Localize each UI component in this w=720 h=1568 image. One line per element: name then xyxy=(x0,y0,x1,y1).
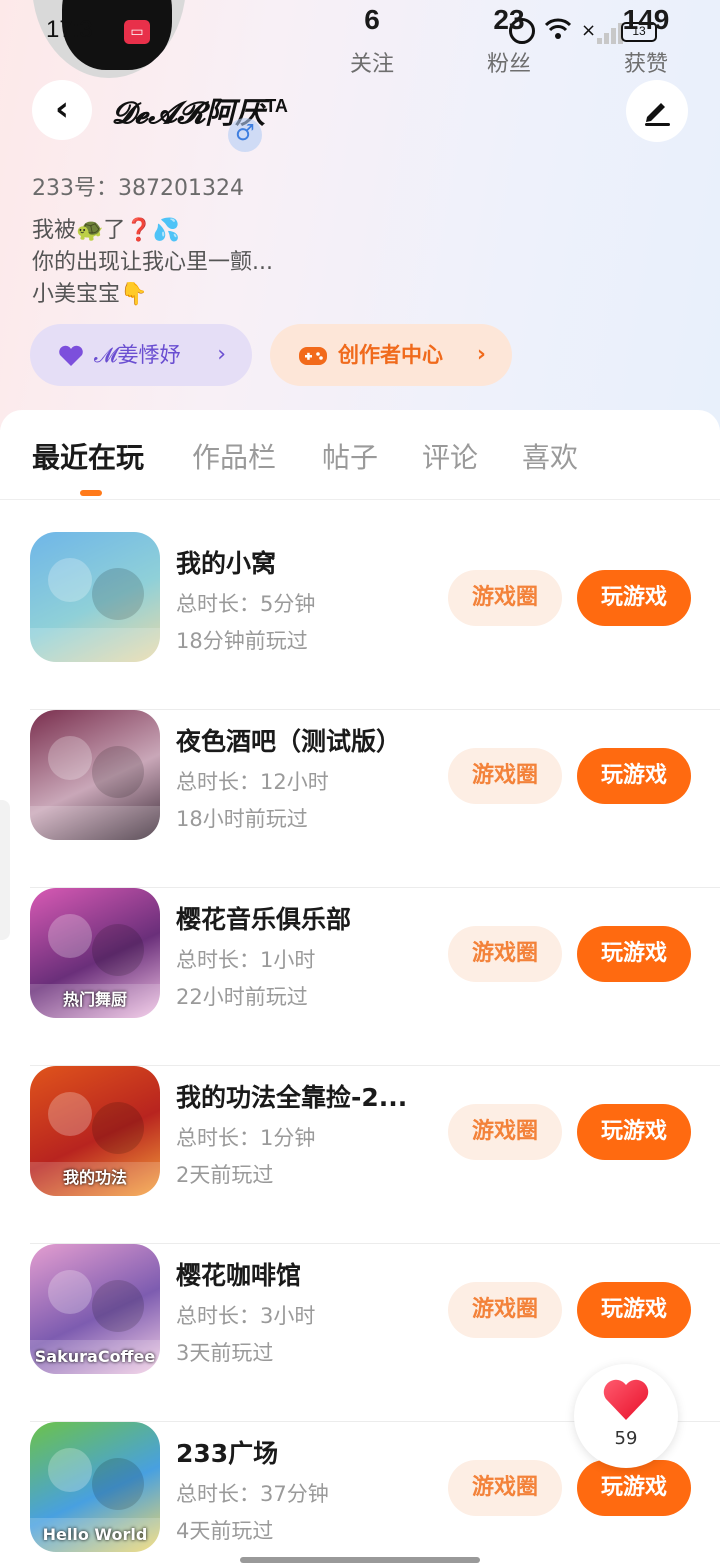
play-game-button[interactable]: 玩游戏 xyxy=(577,748,691,804)
side-drawer-handle[interactable] xyxy=(0,800,10,940)
chevron-left-icon: ‹ xyxy=(54,89,69,129)
game-circle-button[interactable]: 游戏圈 xyxy=(448,570,562,626)
game-icon[interactable]: Hello World xyxy=(30,1422,160,1552)
game-title: 我的小窝 xyxy=(176,549,277,578)
creator-center-pill[interactable]: 创作者中心 › xyxy=(270,324,512,386)
game-icon[interactable]: SakuraCoffee xyxy=(30,1244,160,1374)
active-tab-indicator xyxy=(80,490,102,496)
relationship-tag-pill[interactable]: 𝓜姜悸妤 › xyxy=(30,324,252,386)
game-icon-text: 我的功法 xyxy=(62,1168,127,1187)
tab-likes[interactable]: 喜欢 xyxy=(522,436,578,476)
game-last-played: 4天前玩过 xyxy=(176,1519,274,1543)
followers-stat[interactable]: 23 粉丝 xyxy=(449,4,569,78)
game-icon[interactable] xyxy=(30,532,160,662)
creator-center-label: 创作者中心 xyxy=(338,343,443,367)
game-total-duration: 总时长：37分钟 xyxy=(176,1482,329,1506)
profile-tabs: 最近在玩 作品栏 帖子 评论 喜欢 xyxy=(0,410,720,500)
game-row[interactable]: 夜色酒吧（测试版） 总时长：12小时 18小时前玩过 游戏圈 玩游戏 xyxy=(0,710,720,888)
tab-posts[interactable]: 帖子 xyxy=(322,436,378,476)
tab-comments[interactable]: 评论 xyxy=(422,436,478,476)
play-game-button[interactable]: 玩游戏 xyxy=(577,926,691,982)
tab-works[interactable]: 作品栏 xyxy=(192,436,276,476)
play-game-button[interactable]: 玩游戏 xyxy=(577,1104,691,1160)
home-indicator[interactable] xyxy=(240,1557,480,1563)
game-icon[interactable] xyxy=(30,710,160,840)
status-time: 17:3 xyxy=(46,16,93,43)
game-icon[interactable]: 热门舞厨 xyxy=(30,888,160,1018)
chevron-right-icon: › xyxy=(217,342,226,367)
heart-icon xyxy=(603,1379,649,1420)
game-last-played: 18小时前玩过 xyxy=(176,807,308,831)
game-title: 我的功法全靠捡-2... xyxy=(176,1083,408,1112)
screen-record-icon: ▭ xyxy=(124,20,150,44)
game-title: 233广场 xyxy=(176,1439,279,1468)
game-total-duration: 总时长：5分钟 xyxy=(176,592,316,616)
game-last-played: 3天前玩过 xyxy=(176,1341,274,1365)
likes-count: 149 xyxy=(622,4,670,35)
game-circle-button[interactable]: 游戏圈 xyxy=(448,1460,562,1516)
bio-line: 我被🐢了❓💦 xyxy=(32,218,181,243)
game-row[interactable]: 热门舞厨 樱花音乐俱乐部总时长：1小时 22小时前玩过 游戏圈 玩游戏 xyxy=(0,888,720,1066)
game-total-duration: 总时长：1分钟 xyxy=(176,1126,316,1150)
game-icon-text: SakuraCoffee xyxy=(34,1347,156,1366)
game-icon-text: Hello World xyxy=(42,1525,148,1544)
play-game-button[interactable]: 玩游戏 xyxy=(577,1460,691,1516)
following-count: 6 xyxy=(364,4,380,35)
game-row[interactable]: 我的小窝总时长：5分钟 18分钟前玩过 游戏圈 玩游戏 xyxy=(0,532,720,710)
game-total-duration: 总时长：3小时 xyxy=(176,1304,316,1328)
username: 𝓓𝓮𝓐𝓡阿厌TA xyxy=(112,88,288,132)
game-circle-button[interactable]: 游戏圈 xyxy=(448,1104,562,1160)
chevron-right-icon: › xyxy=(476,342,486,367)
game-last-played: 2天前玩过 xyxy=(176,1163,274,1187)
male-gender-icon: ♂ xyxy=(228,118,262,152)
game-row[interactable]: 我的功法 我的功法全靠捡-2... 总时长：1分钟 2天前玩过 游戏圈 玩游戏 xyxy=(0,1066,720,1244)
game-artwork xyxy=(30,558,160,662)
like-count: 59 xyxy=(614,1428,638,1449)
game-icon-text: 热门舞厨 xyxy=(62,990,127,1009)
game-artwork xyxy=(30,736,160,840)
bio-line: 你的出现让我心里一颤... xyxy=(32,250,273,275)
followers-label: 粉丝 xyxy=(486,52,531,77)
user-bio: 我被🐢了❓💦 你的出现让我心里一颤... 小美宝宝👇 xyxy=(32,215,273,311)
game-last-played: 18分钟前玩过 xyxy=(176,629,308,653)
following-stat[interactable]: 6 关注 xyxy=(312,4,432,78)
pencil-icon xyxy=(645,103,670,126)
likes-stat[interactable]: 149 获赞 xyxy=(586,4,706,78)
bio-line: 小美宝宝👇 xyxy=(32,282,148,307)
game-last-played: 22小时前玩过 xyxy=(176,985,308,1009)
heart-icon xyxy=(58,325,84,387)
game-title: 樱花咖啡馆 xyxy=(176,1261,302,1290)
game-circle-button[interactable]: 游戏圈 xyxy=(448,1282,562,1338)
username-superscript: TA xyxy=(265,96,288,116)
user-id: 233号：387201324 xyxy=(32,176,244,201)
game-circle-button[interactable]: 游戏圈 xyxy=(448,748,562,804)
tab-recent-play[interactable]: 最近在玩 xyxy=(32,436,144,476)
game-title: 夜色酒吧（测试版） xyxy=(176,727,402,756)
followers-count: 23 xyxy=(493,4,525,35)
game-icon[interactable]: 我的功法 xyxy=(30,1066,160,1196)
play-game-button[interactable]: 玩游戏 xyxy=(577,1282,691,1338)
game-total-duration: 总时长：1小时 xyxy=(176,948,316,972)
game-circle-button[interactable]: 游戏圈 xyxy=(448,926,562,982)
likes-label: 获赞 xyxy=(623,52,668,77)
game-total-duration: 总时长：12小时 xyxy=(176,770,329,794)
back-button[interactable]: ‹ xyxy=(32,80,92,140)
gamepad-icon xyxy=(298,325,328,387)
play-game-button[interactable]: 玩游戏 xyxy=(577,570,691,626)
like-floating-button[interactable]: 59 xyxy=(574,1364,678,1468)
following-label: 关注 xyxy=(349,52,394,77)
game-title: 樱花音乐俱乐部 xyxy=(176,905,352,934)
edit-profile-button[interactable] xyxy=(626,80,688,142)
relationship-tag-label: 𝓜姜悸妤 xyxy=(94,343,181,367)
